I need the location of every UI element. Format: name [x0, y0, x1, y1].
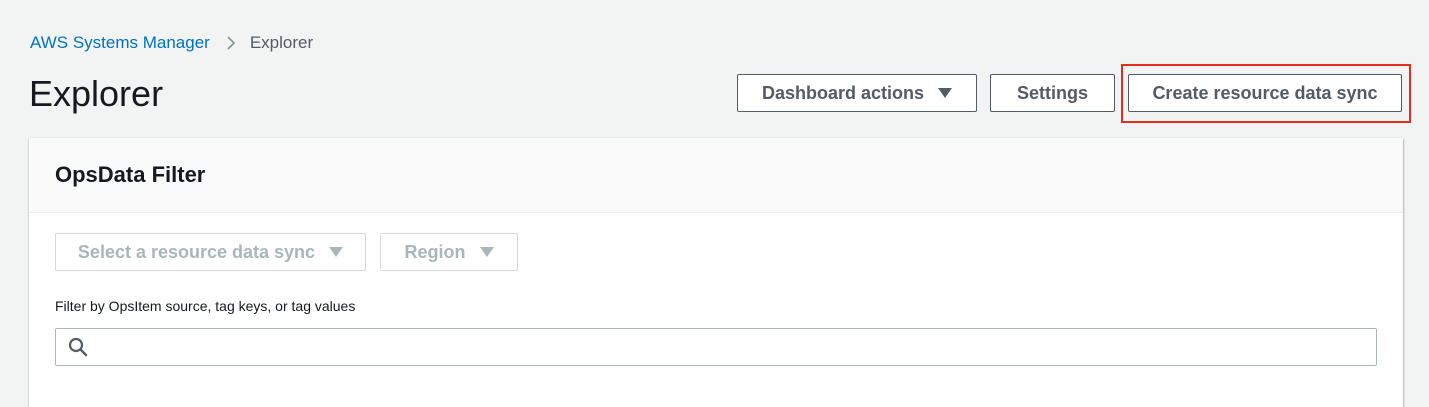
dashboard-actions-label: Dashboard actions	[761, 82, 925, 103]
search-icon	[68, 337, 88, 357]
resource-data-sync-select-label: Select a resource data sync	[77, 241, 316, 262]
region-select-label: Region	[404, 241, 466, 262]
chevron-right-icon	[226, 35, 236, 51]
dashboard-actions-button[interactable]: Dashboard actions	[737, 74, 977, 112]
search-box[interactable]	[55, 328, 1377, 366]
page-title: Explorer	[29, 73, 164, 114]
breadcrumb-link-systems-manager[interactable]: AWS Systems Manager	[30, 33, 210, 53]
region-select[interactable]: Region	[380, 233, 518, 271]
caret-down-icon	[479, 247, 494, 257]
search-input[interactable]	[88, 329, 1376, 365]
filter-label: Filter by OpsItem source, tag keys, or t…	[55, 298, 356, 314]
resource-data-sync-select[interactable]: Select a resource data sync	[55, 233, 366, 271]
create-resource-data-sync-label: Create resource data sync	[1152, 82, 1378, 103]
settings-button[interactable]: Settings	[990, 74, 1115, 112]
breadcrumb-current: Explorer	[249, 33, 314, 52]
breadcrumb: AWS Systems Manager Explorer	[30, 33, 313, 53]
caret-down-icon	[938, 88, 953, 98]
panel-header: OpsData Filter	[29, 138, 1403, 213]
create-resource-data-sync-button[interactable]: Create resource data sync	[1128, 74, 1402, 112]
settings-label: Settings	[1016, 82, 1088, 103]
opsdata-filter-panel: OpsData Filter Select a resource data sy…	[29, 138, 1403, 407]
panel-title: OpsData Filter	[55, 162, 206, 187]
caret-down-icon	[329, 247, 344, 257]
filter-selects: Select a resource data sync Region	[55, 233, 518, 271]
